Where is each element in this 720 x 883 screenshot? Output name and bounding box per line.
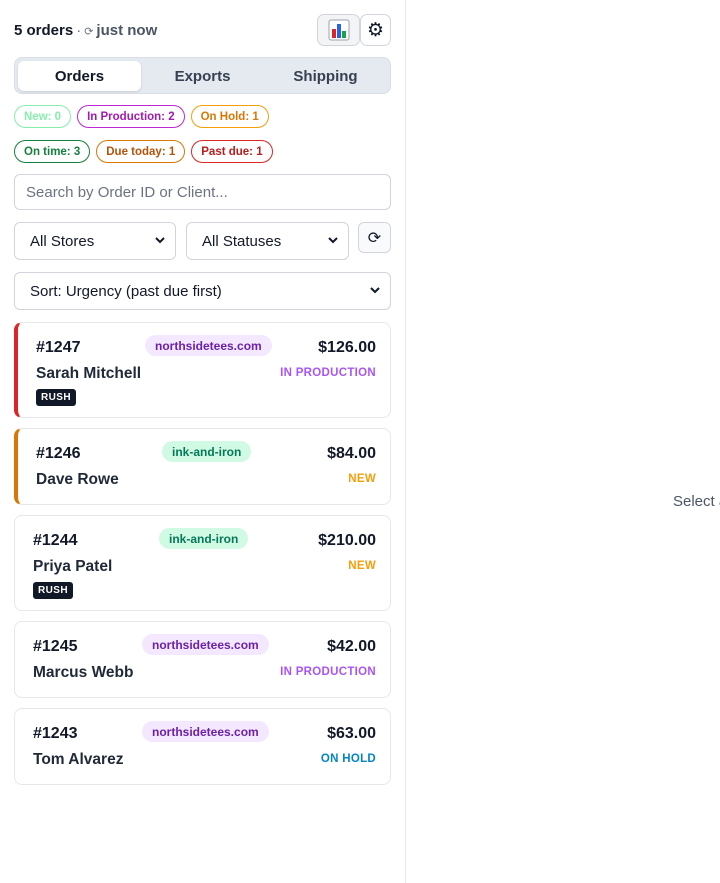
store-badge: northsidetees.com [142, 634, 269, 655]
order-total: $63.00 [327, 725, 376, 742]
pill-past-due[interactable]: Past due: 1 [191, 140, 273, 163]
refresh-button[interactable]: ⟳ [358, 222, 391, 253]
status-filter-pills: New: 0 In Production: 2 On Hold: 1 [14, 105, 269, 129]
empty-state-hint: Select a [673, 493, 720, 510]
order-id: #1244 [33, 532, 78, 549]
pill-in-production[interactable]: In Production: 2 [77, 105, 185, 128]
orders-sidebar: 5 orders · ⟳ just now ⚙ Orders Exports Ship… [0, 0, 406, 883]
status-select-value: All Statuses [202, 232, 282, 250]
order-total: $210.00 [318, 532, 376, 549]
order-count: 5 orders [14, 22, 74, 39]
order-id: #1245 [33, 638, 78, 655]
pill-on-hold[interactable]: On Hold: 1 [190, 105, 269, 128]
order-id: #1247 [36, 339, 81, 356]
store-badge: ink-and-iron [162, 441, 252, 462]
pill-on-time[interactable]: On time: 3 [14, 140, 91, 163]
order-card[interactable]: #1247 northsidetees.com $126.00 Sarah Mi… [14, 322, 391, 418]
tab-orders[interactable]: Orders [18, 61, 141, 91]
order-summary: 5 orders · ⟳ just now [14, 22, 157, 39]
store-badge: ink-and-iron [159, 528, 249, 549]
sidebar-header: 5 orders · ⟳ just now ⚙ [14, 14, 391, 46]
order-status: IN PRODUCTION [280, 367, 376, 379]
chevron-down-icon [370, 287, 380, 294]
stats-button[interactable] [317, 14, 360, 46]
view-tabs: Orders Exports Shipping [14, 57, 391, 94]
client-name: Tom Alvarez [33, 751, 124, 768]
order-status: IN PRODUCTION [280, 666, 376, 678]
separator-dot: · [76, 22, 82, 39]
order-card[interactable]: #1245 northsidetees.com $42.00 Marcus We… [14, 621, 391, 698]
client-name: Dave Rowe [36, 471, 119, 488]
bar-chart-icon [328, 19, 349, 41]
tab-exports[interactable]: Exports [141, 61, 264, 91]
order-status: ON HOLD [320, 753, 376, 765]
order-status: NEW [348, 560, 376, 572]
due-filter-pills: On time: 3 Due today: 1 Past due: 1 [14, 140, 273, 164]
tab-shipping[interactable]: Shipping [264, 61, 387, 91]
order-card[interactable]: #1246 ink-and-iron $84.00 Dave Rowe NEW [14, 428, 391, 505]
refresh-icon: ⟳ [367, 229, 382, 247]
client-name: Priya Patel [33, 558, 113, 575]
rush-badge: RUSH [33, 582, 73, 599]
last-updated: just now [96, 22, 158, 39]
order-id: #1243 [33, 725, 78, 742]
store-badge: northsidetees.com [142, 721, 269, 742]
store-select-value: All Stores [30, 232, 95, 250]
status-select[interactable]: All Statuses [186, 222, 349, 260]
store-badge: northsidetees.com [145, 335, 272, 356]
order-id: #1246 [36, 445, 81, 462]
order-card[interactable]: #1244 ink-and-iron $210.00 Priya Patel N… [14, 515, 391, 611]
search-input[interactable] [14, 174, 391, 210]
client-name: Sarah Mitchell [36, 365, 142, 382]
pill-due-today[interactable]: Due today: 1 [96, 140, 186, 163]
settings-button[interactable]: ⚙ [360, 14, 391, 46]
order-card[interactable]: #1243 northsidetees.com $63.00 Tom Alvar… [14, 708, 391, 785]
order-total: $42.00 [327, 638, 376, 655]
order-total: $84.00 [327, 445, 376, 462]
store-select[interactable]: All Stores [14, 222, 176, 260]
gear-icon: ⚙ [366, 19, 385, 41]
chevron-down-icon [155, 237, 165, 244]
client-name: Marcus Webb [33, 664, 134, 681]
rush-badge: RUSH [36, 389, 76, 406]
pill-new[interactable]: New: 0 [14, 105, 72, 128]
sort-select[interactable]: Sort: Urgency (past due first) [14, 272, 391, 310]
refresh-small-icon: ⟳ [84, 26, 94, 38]
order-detail-pane: Select a [407, 0, 720, 883]
order-total: $126.00 [318, 339, 376, 356]
sort-select-value: Sort: Urgency (past due first) [30, 282, 222, 300]
order-status: NEW [348, 473, 376, 485]
chevron-down-icon [328, 237, 338, 244]
